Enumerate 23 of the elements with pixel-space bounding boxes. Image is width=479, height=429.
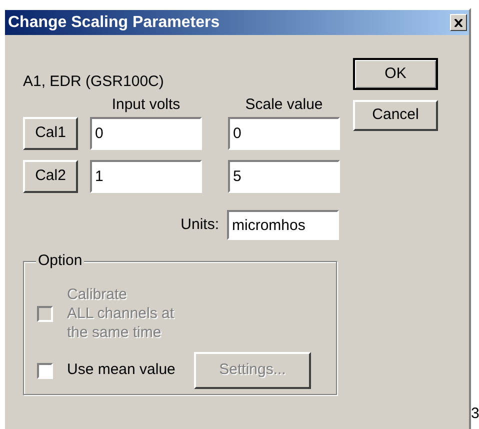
input-field[interactable]: 1 xyxy=(90,160,202,193)
checkbox-label: Use mean value xyxy=(67,360,176,380)
checkbox-label: the same time xyxy=(67,323,162,342)
units-label: Units: xyxy=(180,214,219,235)
edge-text: 3 xyxy=(471,404,479,424)
dialog-button[interactable]: Cancel xyxy=(353,100,438,131)
checkbox[interactable] xyxy=(37,362,53,378)
window-title: Change Scaling Parameters xyxy=(8,12,220,32)
checkbox-label: Calibrate xyxy=(67,285,128,304)
column-header: Scale value xyxy=(244,95,324,114)
close-icon xyxy=(454,18,463,26)
input-field[interactable]: 0 xyxy=(90,117,202,150)
checkbox-label: ALL channels at xyxy=(67,304,174,323)
calibrate-button[interactable]: Cal2 xyxy=(23,160,78,193)
calibrate-button[interactable]: Cal1 xyxy=(23,117,78,150)
group-title: Option xyxy=(36,251,84,271)
input-field[interactable]: 5 xyxy=(228,160,340,193)
input-field[interactable]: 0 xyxy=(228,117,340,150)
column-header: Input volts xyxy=(110,95,182,114)
units-field[interactable]: micromhos xyxy=(227,210,339,240)
close-button[interactable] xyxy=(450,14,467,31)
dialog-button[interactable]: OK xyxy=(353,58,438,90)
channel-label: A1, EDR (GSR100C) xyxy=(23,72,165,91)
